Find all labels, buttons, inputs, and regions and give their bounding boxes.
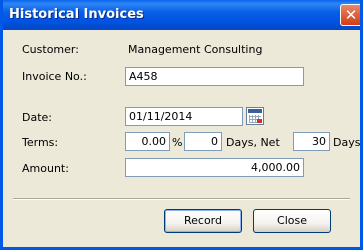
footer-divider: [13, 198, 350, 200]
record-button[interactable]: Record: [164, 209, 242, 233]
terms-net-field[interactable]: 30: [293, 132, 330, 151]
terms-days-field[interactable]: 0: [184, 132, 222, 151]
customer-label: Customer:: [22, 43, 79, 56]
amount-field[interactable]: 4,000.00: [125, 158, 304, 177]
close-window-button[interactable]: ✕: [340, 4, 360, 26]
customer-value: Management Consulting: [128, 43, 263, 56]
terms-discount-field[interactable]: 0.00: [125, 132, 170, 151]
historical-invoices-dialog: Historical Invoices ✕ Customer: Manageme…: [0, 0, 363, 250]
calendar-icon[interactable]: [246, 107, 264, 125]
days-net-label: Days, Net: [226, 136, 280, 149]
invoice-number-field[interactable]: A458: [125, 67, 304, 86]
date-label: Date:: [22, 111, 52, 124]
calendar-header: [248, 109, 262, 113]
close-icon: ✕: [344, 6, 358, 24]
calendar-marker: [257, 119, 262, 123]
days-label: Days: [333, 136, 361, 149]
invoice-number-label: Invoice No.:: [22, 70, 87, 83]
terms-label: Terms:: [22, 136, 59, 149]
amount-label: Amount:: [22, 162, 69, 175]
window-title: Historical Invoices: [9, 7, 144, 22]
title-bar[interactable]: Historical Invoices ✕: [3, 0, 360, 30]
percent-label: %: [172, 136, 183, 149]
close-button[interactable]: Close: [253, 209, 331, 233]
date-field[interactable]: 01/11/2014: [125, 107, 243, 126]
